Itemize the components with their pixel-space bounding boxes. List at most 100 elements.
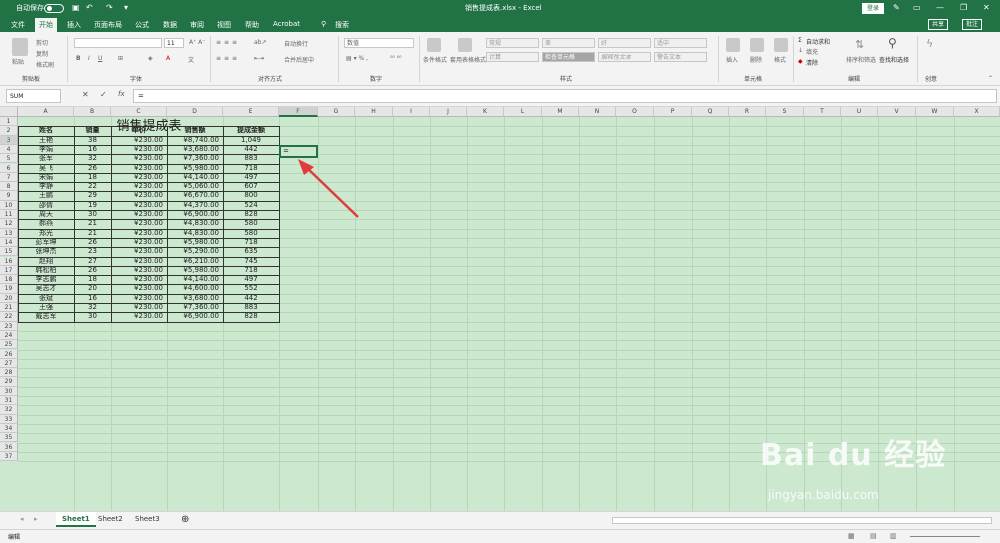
sort-filter-button[interactable]: 排序和筛选 xyxy=(846,55,876,64)
row-header[interactable]: 18 xyxy=(0,275,18,285)
column-header[interactable]: N xyxy=(579,107,616,117)
row-header[interactable]: 5 xyxy=(0,154,18,164)
table-cell[interactable]: 745 xyxy=(223,257,279,266)
table-cell[interactable]: ¥230.00 xyxy=(111,145,167,154)
page-layout-view-icon[interactable]: ▤ xyxy=(870,532,877,540)
horizontal-align-icons[interactable]: ≡≡≡ xyxy=(216,55,240,62)
style-warning[interactable]: 警告文本 xyxy=(654,52,707,62)
wrap-text-button[interactable]: 自动换行 xyxy=(284,39,308,48)
column-header[interactable]: U xyxy=(841,107,878,117)
table-cell[interactable]: 李志鹏 xyxy=(18,275,74,284)
row-header[interactable]: 4 xyxy=(0,144,18,155)
table-cell[interactable]: 20 xyxy=(74,284,111,293)
insert-cells-icon[interactable] xyxy=(726,38,740,52)
tab-page-layout[interactable]: 页面布局 xyxy=(94,20,122,30)
table-cell[interactable]: 497 xyxy=(223,173,279,182)
column-header[interactable]: J xyxy=(430,107,467,117)
column-header[interactable]: F xyxy=(279,107,318,117)
close-icon[interactable]: ✕ xyxy=(983,3,990,12)
table-cell[interactable]: 彭军坤 xyxy=(18,238,74,247)
lightning-icon[interactable]: ϟ xyxy=(926,37,933,50)
row-header[interactable]: 27 xyxy=(0,358,18,369)
table-cell[interactable]: 580 xyxy=(223,229,279,238)
style-check-cell[interactable]: 检查单元格 xyxy=(542,52,595,62)
table-cell[interactable]: ¥230.00 xyxy=(111,294,167,303)
table-cell[interactable]: ¥230.00 xyxy=(111,275,167,284)
sort-filter-icon[interactable]: ⇅ xyxy=(855,38,864,51)
number-format-select[interactable]: 数值 xyxy=(344,38,414,48)
table-cell[interactable]: ¥5,980.00 xyxy=(167,238,223,247)
table-cell[interactable]: 18 xyxy=(74,275,111,284)
row-header[interactable]: 7 xyxy=(0,172,18,183)
login-button[interactable]: 登录 xyxy=(862,3,884,14)
row-header[interactable]: 11 xyxy=(0,210,18,220)
table-cell[interactable]: 442 xyxy=(223,294,279,303)
cut-button[interactable]: 剪切 xyxy=(36,38,48,47)
row-header[interactable]: 24 xyxy=(0,330,18,341)
table-cell[interactable]: ¥3,680.00 xyxy=(167,294,223,303)
row-header[interactable]: 33 xyxy=(0,414,18,424)
scroll-right-icon[interactable]: ▸ xyxy=(28,512,44,527)
table-cell[interactable]: 26 xyxy=(74,266,111,275)
table-cell[interactable]: 26 xyxy=(74,238,111,247)
row-header[interactable]: 21 xyxy=(0,303,18,313)
row-header[interactable]: 23 xyxy=(0,321,18,331)
table-cell[interactable]: ¥4,600.00 xyxy=(167,284,223,293)
table-cell[interactable]: ¥3,680.00 xyxy=(167,145,223,154)
comments-button[interactable]: 批注 xyxy=(962,19,983,30)
autosave-toggle[interactable] xyxy=(44,4,64,13)
table-cell[interactable]: ¥6,210.00 xyxy=(167,257,223,266)
table-cell[interactable]: 442 xyxy=(223,145,279,154)
vertical-align-icons[interactable]: ≡≡≡ xyxy=(216,39,240,46)
table-cell[interactable]: 29 xyxy=(74,191,111,200)
search-icon[interactable]: ⚲ xyxy=(321,20,326,28)
table-cell[interactable]: ¥7,360.00 xyxy=(167,154,223,163)
style-neutral[interactable]: 适中 xyxy=(654,38,707,48)
sheet-tab-1[interactable]: Sheet1 xyxy=(56,512,96,527)
column-header[interactable]: L xyxy=(504,107,542,117)
row-header[interactable]: 3 xyxy=(0,135,18,145)
table-cell[interactable]: ¥230.00 xyxy=(111,247,167,256)
select-all-corner[interactable] xyxy=(0,107,18,117)
table-cell[interactable]: 718 xyxy=(223,164,279,173)
bold-icon[interactable]: B xyxy=(76,55,81,62)
table-cell[interactable]: 李静 xyxy=(18,182,74,191)
column-header[interactable]: W xyxy=(916,107,954,117)
table-cell[interactable]: ¥230.00 xyxy=(111,266,167,275)
row-header[interactable]: 14 xyxy=(0,237,18,248)
font-color-icon[interactable]: A xyxy=(166,55,170,62)
table-cell[interactable]: ¥230.00 xyxy=(111,182,167,191)
phonetic-icon[interactable]: 文 xyxy=(188,55,194,64)
table-cell[interactable]: 韩松柏 xyxy=(18,266,74,275)
conditional-format-icon[interactable] xyxy=(427,38,441,52)
table-cell[interactable]: ¥4,140.00 xyxy=(167,173,223,182)
row-header[interactable]: 37 xyxy=(0,451,18,462)
pen-icon[interactable]: ✎ xyxy=(893,3,900,12)
clear-icon[interactable]: ◆ xyxy=(798,58,803,65)
tell-me-search[interactable]: 搜索 xyxy=(335,20,349,30)
autosum-button[interactable]: 自动求和 xyxy=(806,37,830,46)
share-button[interactable]: 共享 xyxy=(928,19,949,30)
insert-cells-button[interactable]: 插入 xyxy=(726,55,738,64)
table-cell[interactable]: 26 xyxy=(74,164,111,173)
style-bad[interactable]: 差 xyxy=(542,38,595,48)
table-cell[interactable]: ¥230.00 xyxy=(111,284,167,293)
table-cell[interactable]: 张军 xyxy=(18,154,74,163)
style-normal[interactable]: 常规 xyxy=(486,38,539,48)
table-cell[interactable]: 552 xyxy=(223,284,279,293)
column-header[interactable]: K xyxy=(467,107,504,117)
insert-function-icon[interactable]: fx xyxy=(118,90,125,98)
table-cell[interactable]: ¥230.00 xyxy=(111,191,167,200)
table-cell[interactable]: 580 xyxy=(223,219,279,228)
table-cell[interactable]: 718 xyxy=(223,266,279,275)
column-header[interactable]: S xyxy=(766,107,804,117)
column-header[interactable]: G xyxy=(318,107,355,117)
table-cell[interactable]: ¥5,980.00 xyxy=(167,164,223,173)
row-header[interactable]: 22 xyxy=(0,312,18,322)
find-select-icon[interactable]: ⚲ xyxy=(888,36,897,50)
column-header[interactable]: C xyxy=(111,107,167,117)
table-cell[interactable]: 1,049 xyxy=(223,136,279,145)
currency-icon[interactable]: ▤ ▾ % , xyxy=(346,55,368,62)
customize-qat-icon[interactable]: ▾ xyxy=(124,3,128,12)
row-header[interactable]: 34 xyxy=(0,423,18,434)
